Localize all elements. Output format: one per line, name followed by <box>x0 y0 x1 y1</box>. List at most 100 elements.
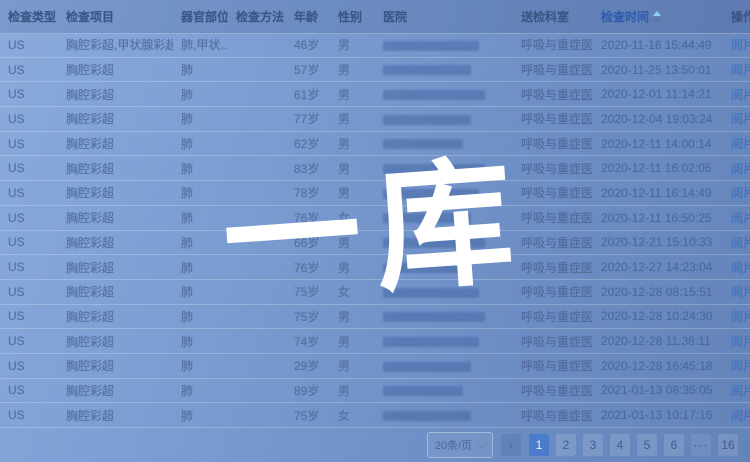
page-button-1[interactable]: 1 <box>529 434 549 456</box>
redacted-hospital-value <box>383 90 485 100</box>
cell-time: 2020-12-11 16:50:25 <box>593 211 723 225</box>
cell-age: 75岁 <box>286 407 330 424</box>
pagination-bar: 20条/页 ‹ 123456 ··· 16 <box>0 428 750 462</box>
cell-project: 胸腔彩超 <box>58 382 173 399</box>
cell-organ: 肺 <box>173 357 228 374</box>
page-button-16[interactable]: 16 <box>718 434 738 456</box>
view-images-link[interactable]: 阅片 <box>731 137 750 151</box>
cell-department: 呼吸与重症医... <box>513 357 593 374</box>
column-label: 检查方法 <box>236 8 284 25</box>
cell-age: 61岁 <box>286 86 330 103</box>
cell-age: 78岁 <box>286 184 330 201</box>
cell-type: US <box>0 87 58 101</box>
cell-hospital <box>375 285 513 299</box>
cell-time: 2021-01-13 08:35:05 <box>593 383 723 397</box>
view-images-link[interactable]: 阅片 <box>731 186 750 200</box>
cell-department: 呼吸与重症医... <box>513 110 593 127</box>
cell-age: 89岁 <box>286 382 330 399</box>
table-row: US胸腔彩超肺76岁女呼吸与重症医...2020-12-11 16:50:25阅… <box>0 206 750 231</box>
table-row: US胸腔彩超肺78岁男呼吸与重症医...2020-12-11 16:14:49阅… <box>0 181 750 206</box>
cell-organ: 肺 <box>173 333 228 350</box>
view-images-link[interactable]: 阅片 <box>731 88 750 102</box>
table-row: US胸腔彩超肺77岁男呼吸与重症医...2020-12-04 19:03:24阅… <box>0 107 750 132</box>
redacted-hospital-value <box>383 65 471 75</box>
cell-action: 阅片 <box>723 234 750 251</box>
cell-action: 阅片 <box>723 184 750 201</box>
cell-gender: 男 <box>330 234 375 251</box>
cell-project: 胸腔彩超 <box>58 61 173 78</box>
cell-project: 胸腔彩超 <box>58 160 173 177</box>
cell-age: 75岁 <box>286 308 330 325</box>
page-button-4[interactable]: 4 <box>610 434 630 456</box>
page-buttons: 123456 ··· 16 <box>529 434 738 456</box>
cell-gender: 女 <box>330 283 375 300</box>
cell-time: 2020-12-11 14:00:14 <box>593 137 723 151</box>
prev-page-button[interactable]: ‹ <box>501 434 521 456</box>
cell-age: 75岁 <box>286 283 330 300</box>
cell-action: 阅片 <box>723 110 750 127</box>
cell-age: 74岁 <box>286 333 330 350</box>
column-label: 送检科室 <box>521 8 569 25</box>
page-button-5[interactable]: 5 <box>637 434 657 456</box>
cell-department: 呼吸与重症医... <box>513 184 593 201</box>
view-images-link[interactable]: 阅片 <box>731 236 750 250</box>
cell-type: US <box>0 38 58 52</box>
cell-type: US <box>0 137 58 151</box>
cell-type: US <box>0 359 58 373</box>
cell-time: 2020-11-25 13:50:01 <box>593 63 723 77</box>
column-header-time[interactable]: 检查时间 <box>593 8 723 25</box>
page-button-3[interactable]: 3 <box>583 434 603 456</box>
view-images-link[interactable]: 阅片 <box>731 261 750 275</box>
column-header-department: 送检科室 <box>513 8 593 25</box>
cell-gender: 女 <box>330 209 375 226</box>
cell-age: 76岁 <box>286 259 330 276</box>
redacted-hospital-value <box>383 386 463 396</box>
view-images-link[interactable]: 阅片 <box>731 359 750 373</box>
more-pages-button[interactable]: ··· <box>691 434 711 456</box>
view-images-link[interactable]: 阅片 <box>731 384 750 398</box>
column-header-method: 检查方法 <box>228 8 286 25</box>
cell-type: US <box>0 334 58 348</box>
cell-organ: 肺 <box>173 234 228 251</box>
column-label: 器官部位 <box>181 8 228 25</box>
view-images-link[interactable]: 阅片 <box>731 310 750 324</box>
table-row: US胸腔彩超肺75岁女呼吸与重症医...2020-12-28 08:15:51阅… <box>0 280 750 305</box>
cell-organ: 肺 <box>173 61 228 78</box>
view-images-link[interactable]: 阅片 <box>731 211 750 225</box>
cell-organ: 肺 <box>173 382 228 399</box>
view-images-link[interactable]: 阅片 <box>731 112 750 126</box>
view-images-link[interactable]: 阅片 <box>731 162 750 176</box>
cell-time: 2020-12-28 16:45:18 <box>593 359 723 373</box>
redacted-hospital-value <box>383 362 471 372</box>
page-button-2[interactable]: 2 <box>556 434 576 456</box>
sort-caret-group[interactable] <box>653 11 661 23</box>
view-images-link[interactable]: 阅片 <box>731 409 750 423</box>
redacted-hospital-value <box>383 312 485 322</box>
cell-type: US <box>0 186 58 200</box>
chevron-down-icon <box>477 439 487 449</box>
view-images-link[interactable]: 阅片 <box>731 335 750 349</box>
cell-organ: 肺 <box>173 259 228 276</box>
cell-organ: 肺 <box>173 110 228 127</box>
view-images-link[interactable]: 阅片 <box>731 38 750 52</box>
view-images-link[interactable]: 阅片 <box>731 63 750 77</box>
cell-age: 76岁 <box>286 209 330 226</box>
cell-department: 呼吸与重症医... <box>513 308 593 325</box>
cell-project: 胸腔彩超,甲状腺彩超 <box>58 36 173 53</box>
sort-asc-icon <box>653 11 661 16</box>
page-button-6[interactable]: 6 <box>664 434 684 456</box>
cell-action: 阅片 <box>723 36 750 53</box>
redacted-hospital-value <box>383 164 485 174</box>
column-label: 医院 <box>383 8 407 25</box>
view-images-link[interactable]: 阅片 <box>731 285 750 299</box>
cell-gender: 男 <box>330 382 375 399</box>
column-header-action: 操作 <box>723 8 750 25</box>
page-size-select[interactable]: 20条/页 <box>427 432 493 458</box>
table-row: US胸腔彩超肺61岁男呼吸与重症医...2020-12-01 11:14:21阅… <box>0 82 750 107</box>
cell-gender: 男 <box>330 86 375 103</box>
cell-action: 阅片 <box>723 135 750 152</box>
table-body: US胸腔彩超,甲状腺彩超肺,甲状...46岁男呼吸与重症医...2020-11-… <box>0 33 750 428</box>
cell-project: 胸腔彩超 <box>58 110 173 127</box>
cell-time: 2021-01-13 10:17:16 <box>593 408 723 422</box>
table-row: US胸腔彩超肺75岁男呼吸与重症医...2020-12-28 10:24:30阅… <box>0 305 750 330</box>
